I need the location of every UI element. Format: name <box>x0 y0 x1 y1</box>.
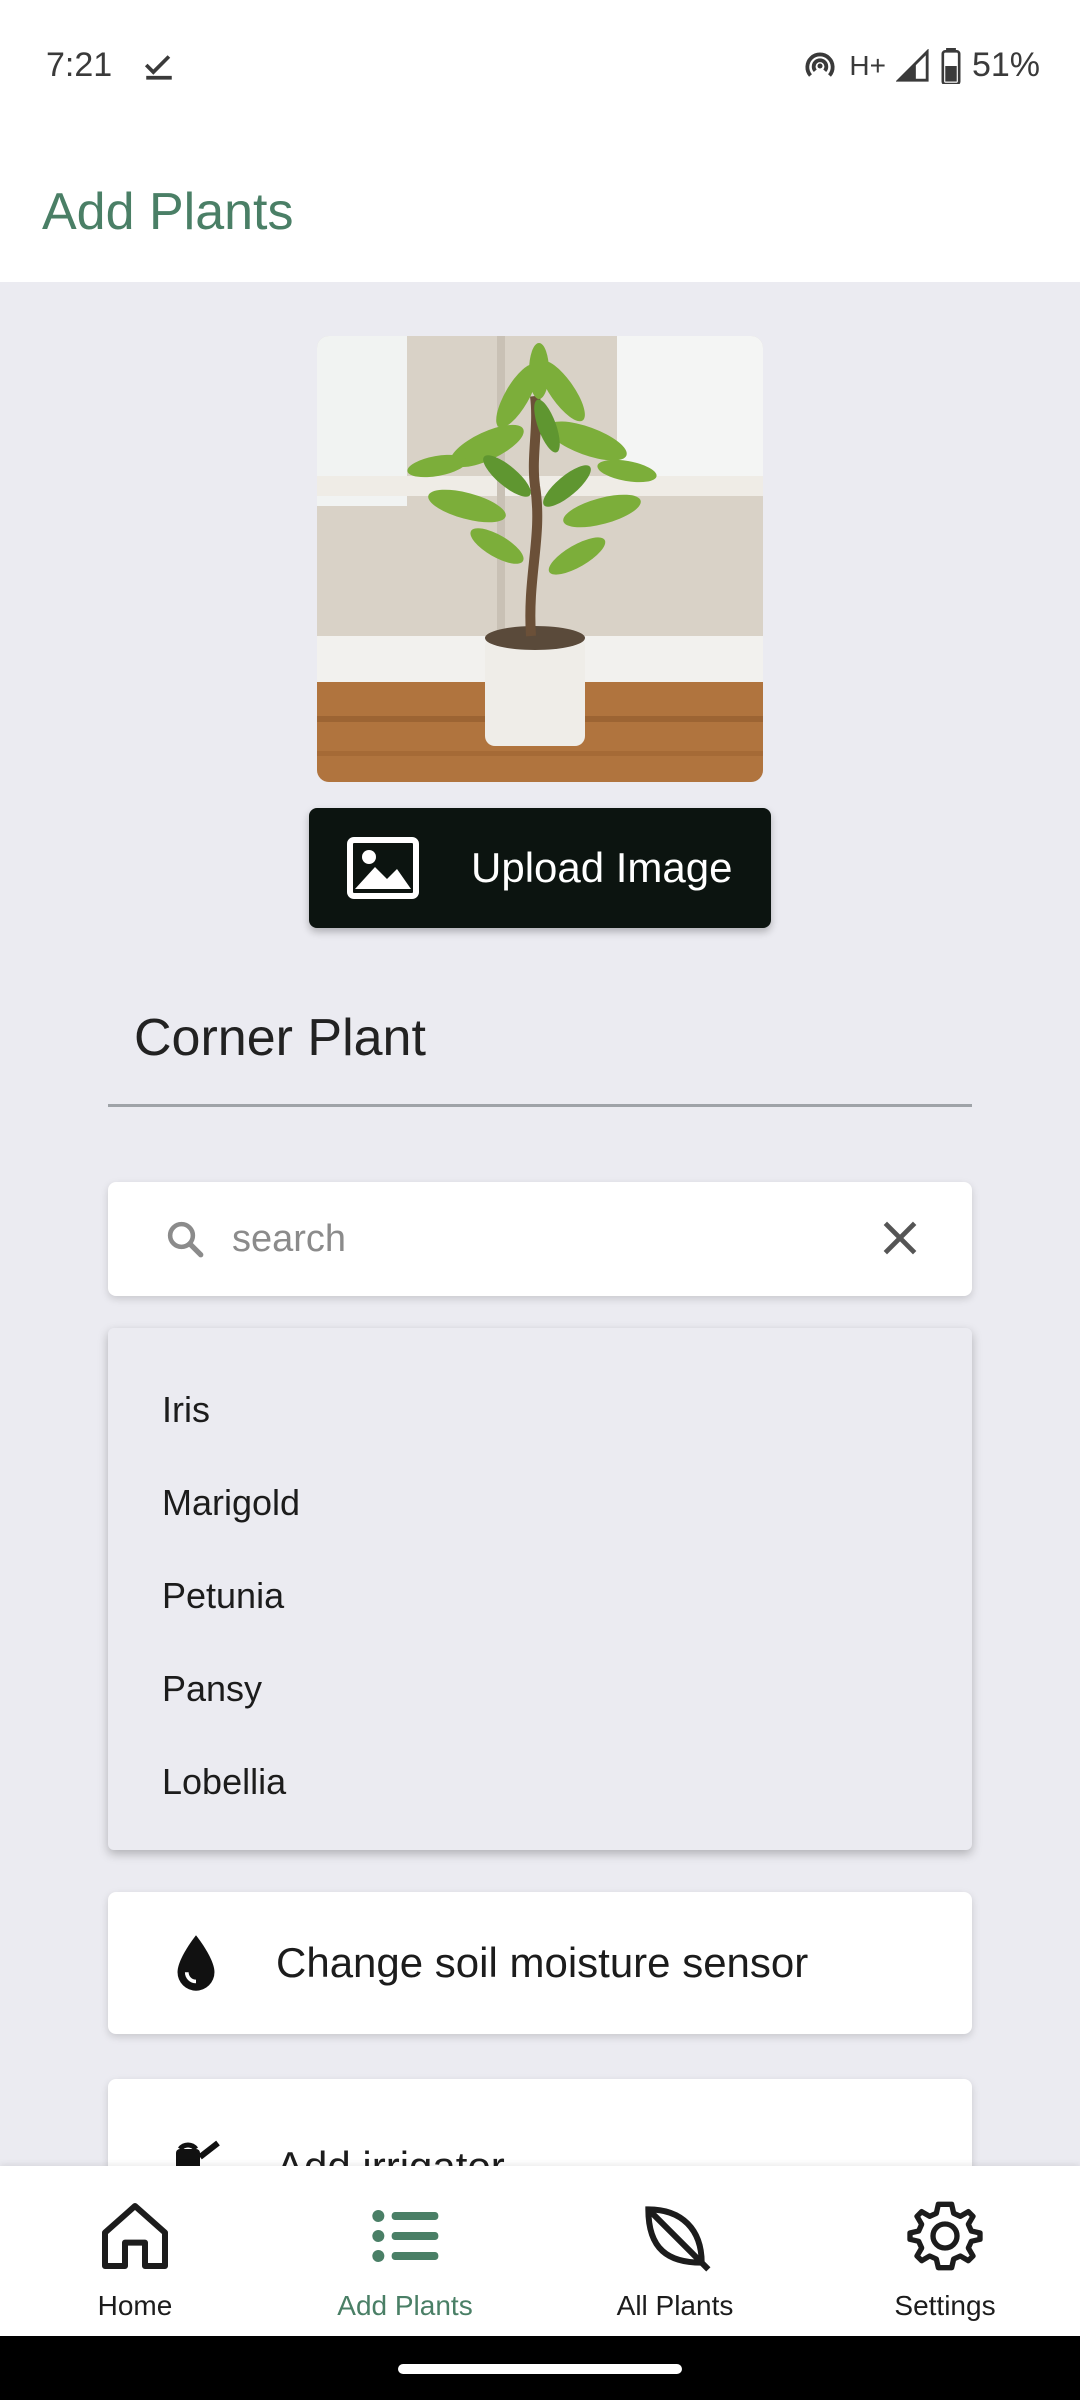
search-icon <box>167 1221 204 1258</box>
plant-name-field[interactable]: Corner Plant <box>108 1008 972 1098</box>
upload-image-button[interactable]: Upload Image <box>309 808 771 928</box>
add-irrigator-label: Add irrigator <box>276 2143 505 2166</box>
dropdown-item[interactable]: Petunia <box>162 1566 922 1626</box>
dropdown-item[interactable]: Lobellia <box>162 1752 922 1812</box>
nav-home-label: Home <box>97 2290 173 2321</box>
dropdown-item[interactable]: Marigold <box>162 1473 922 1533</box>
main-content[interactable]: Upload Image Corner Plant Iris Marigold … <box>0 282 1080 2166</box>
plant-name-value[interactable]: Corner Plant <box>134 1008 426 1068</box>
signal-icon <box>895 48 929 82</box>
bottom-navigation: Home Add Plants All Plants Settings <box>0 2166 1080 2336</box>
image-icon <box>347 837 419 899</box>
gear-icon <box>907 2201 983 2271</box>
system-gesture-bar <box>0 2336 1080 2400</box>
search-input[interactable] <box>232 1204 832 1274</box>
nav-all-plants-label: All Plants <box>616 2290 734 2321</box>
list-icon <box>372 2210 439 2262</box>
hotspot-icon <box>805 52 835 77</box>
home-gesture-handle[interactable] <box>398 2364 682 2374</box>
status-bar: 7:21 H+ 51% <box>0 0 1080 132</box>
water-drop-icon <box>177 1935 215 1991</box>
battery-icon <box>941 47 961 84</box>
add-irrigator-button[interactable]: Add irrigator <box>108 2079 972 2166</box>
plant-name-underline <box>108 1104 972 1107</box>
dropdown-item[interactable]: Iris <box>162 1380 922 1440</box>
page-title: Add Plants <box>42 183 294 241</box>
nav-settings[interactable]: Settings <box>825 2166 1065 2336</box>
close-icon[interactable] <box>878 1216 922 1260</box>
check-icon <box>144 55 172 80</box>
dropdown-item[interactable]: Pansy <box>162 1659 922 1719</box>
nav-home[interactable]: Home <box>15 2166 255 2336</box>
change-soil-sensor-button[interactable]: Change soil moisture sensor <box>108 1892 972 2034</box>
network-type: H+ <box>849 49 886 81</box>
battery-level: 51% <box>971 46 1040 84</box>
top-app-bar: Add Plants <box>0 132 1080 282</box>
plant-type-search[interactable] <box>108 1182 972 1296</box>
status-time: 7:21 <box>46 46 113 84</box>
upload-image-label: Upload Image <box>471 844 733 891</box>
leaf-icon <box>645 2206 711 2272</box>
change-soil-sensor-label: Change soil moisture sensor <box>276 1939 809 1986</box>
nav-add-plants-label: Add Plants <box>337 2290 473 2321</box>
nav-all-plants[interactable]: All Plants <box>555 2166 795 2336</box>
status-indicators: H+ 51% <box>801 46 1040 85</box>
plant-type-dropdown[interactable]: Iris Marigold Petunia Pansy Lobellia <box>108 1328 972 1850</box>
plant-photo <box>317 336 763 782</box>
nav-settings-label: Settings <box>894 2290 996 2321</box>
watering-can-icon <box>176 2140 220 2166</box>
nav-add-plants[interactable]: Add Plants <box>285 2166 525 2336</box>
home-icon <box>102 2203 168 2269</box>
